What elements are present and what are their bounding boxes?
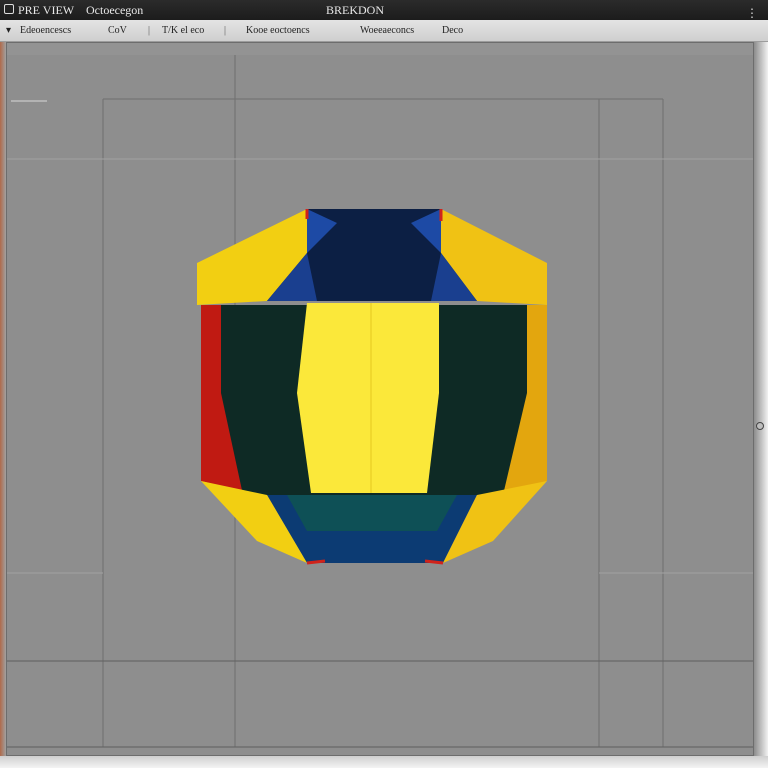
viewport-canvas[interactable]	[7, 43, 754, 756]
3d-viewport[interactable]	[6, 42, 754, 756]
app-window: PRE VIEW Octoecegon BREKDON ⋮ ▾ Edeoence…	[0, 0, 768, 768]
menu-item-2[interactable]: CoV	[108, 20, 127, 42]
octagonal-prism	[197, 209, 547, 565]
status-strip	[0, 756, 768, 768]
menu-separator: |	[224, 25, 227, 36]
menu-item-5[interactable]: Woeeaeconcs	[360, 20, 414, 42]
title-bar: PRE VIEW Octoecegon BREKDON ⋮	[0, 0, 768, 20]
menu-item-6[interactable]: Deco	[442, 20, 463, 42]
prism-face-front	[297, 303, 439, 493]
menu-item-3[interactable]: T/K el eco	[162, 20, 204, 42]
right-scroll-edge[interactable]	[754, 42, 768, 768]
app-icon	[4, 4, 14, 14]
menu-caret-icon[interactable]: ▾	[6, 20, 11, 42]
menu-item-1[interactable]: Edeoencescs	[20, 20, 71, 42]
menu-bar: ▾ Edeoencescs CoV | T/K el eco | Kooe eo…	[0, 20, 768, 42]
resize-handle-icon[interactable]	[756, 422, 764, 430]
menu-item-4[interactable]: Kooe eoctoencs	[246, 20, 310, 42]
title-bar-label-left[interactable]: PRE VIEW	[18, 0, 74, 20]
menu-separator: |	[148, 25, 151, 36]
window-title: BREKDON	[326, 3, 385, 17]
title-bar-label-secondary[interactable]: Octoecegon	[86, 0, 143, 20]
